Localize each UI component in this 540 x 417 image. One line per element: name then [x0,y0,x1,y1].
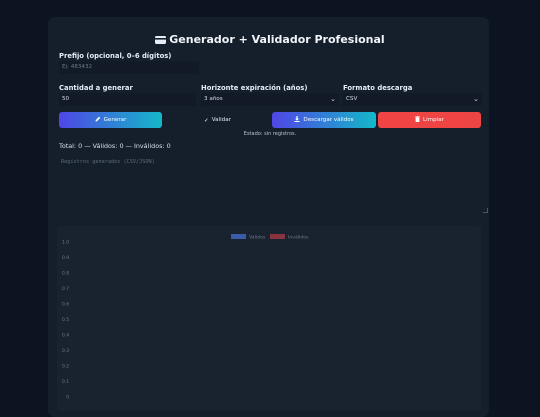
pencil-icon [95,113,101,129]
check-icon: ✓ [204,118,209,124]
generate-label: Generar [103,117,127,123]
output-textarea[interactable]: Registros generados (CSV/JSON) [57,156,489,214]
horizon-label: Horizonte expiración (años) [201,84,308,92]
trash-icon [415,113,421,129]
y-tick-label: 1.0 [62,240,69,246]
status-message: Estado: sin registros. [243,131,297,137]
legend-label-1: Inválidos [288,234,309,241]
quantity-label: Cantidad a generar [59,84,133,92]
download-icon [294,113,301,129]
credit-card-icon [155,34,167,47]
clear-button[interactable]: Limpiar [378,112,481,128]
format-select[interactable]: CSV ⌄ [343,93,482,106]
y-tick-label: 0.4 [62,333,69,339]
chevron-down-icon: ⌄ [330,95,336,103]
validate-label: Validar [211,117,231,123]
y-tick-label: 0.8 [62,271,69,277]
y-tick-label: 0 [66,395,69,401]
y-tick-label: 0.1 [62,379,69,385]
chevron-down-icon: ⌄ [473,95,479,103]
download-label: Descargar válidos [303,117,354,123]
y-tick-label: 0.3 [62,348,69,354]
legend-swatch-1 [270,234,285,239]
output-placeholder: Registros generados (CSV/JSON) [61,159,155,165]
horizon-value: 3 años [204,96,223,102]
generate-button[interactable]: Generar [59,112,162,128]
y-tick-label: 0.7 [62,286,69,292]
y-tick-label: 0.2 [62,364,69,370]
chart-canvas: Válidos Inválidos 1.0 0.9 0.8 0.7 0.6 0.5 0.4 0.3… [62,234,309,401]
validate-button[interactable]: ✓ Validar [167,112,268,128]
legend-label-0: Válidos [249,234,266,241]
results-chart: Válidos Inválidos 1.0 0.9 0.8 0.7 0.6 0.5 0.4 0.3… [57,226,481,411]
page-title: Generador + Validador Profesional [0,33,540,47]
quantity-input[interactable]: 50 [59,93,196,106]
y-tick-label: 0.6 [62,302,69,308]
resize-handle[interactable] [483,208,488,213]
y-tick-label: 0.5 [62,317,69,323]
format-value: CSV [346,96,358,102]
format-label: Formato descarga [343,84,413,92]
prefix-input[interactable]: Ej: 483432 [59,61,199,74]
prefix-label: Prefijo (opcional, 0–6 dígitos) [59,52,172,60]
totals-summary: Total: 0 — Válidos: 0 — Inválidos: 0 [59,142,171,150]
legend-swatch-0 [231,234,246,239]
download-button[interactable]: Descargar válidos [272,112,376,128]
title-text: Generador + Validador Profesional [169,33,385,46]
clear-label: Limpiar [423,117,444,123]
y-tick-label: 0.9 [62,255,69,261]
horizon-select[interactable]: 3 años ⌄ [201,93,339,106]
